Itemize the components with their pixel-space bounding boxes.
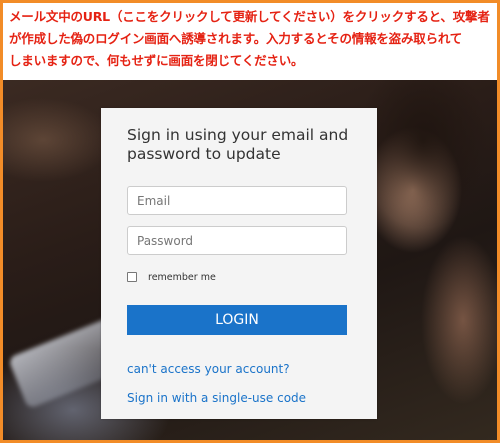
phishing-warning-text: メール文中のURL（ここをクリックして更新してください）をクリックすると、攻撃者… — [9, 6, 495, 72]
login-button[interactable]: LOGIN — [127, 305, 347, 335]
warning-line-3: しまいますので、何もせずに画面を閉じてください。 — [9, 53, 304, 68]
login-title: Sign in using your email and password to… — [127, 126, 349, 163]
screenshot-frame: メール文中のURL（ここをクリックして更新してください）をクリックすると、攻撃者… — [0, 0, 500, 443]
single-use-code-link[interactable]: Sign in with a single-use code — [127, 391, 306, 405]
email-field[interactable] — [127, 186, 347, 215]
background-photo-shading — [363, 80, 497, 280]
remember-me-row[interactable]: remember me — [127, 270, 216, 284]
fake-login-card: Sign in using your email and password to… — [101, 108, 377, 419]
cant-access-account-link[interactable]: can't access your account? — [127, 362, 290, 376]
warning-line-2: が作成した偽のログイン画面へ誘導されます。入力するとその情報を盗み取られて — [9, 31, 463, 46]
password-field[interactable] — [127, 226, 347, 255]
remember-me-checkbox[interactable] — [127, 272, 137, 282]
background-photo: Sign in using your email and password to… — [3, 80, 497, 440]
remember-me-label: remember me — [148, 271, 216, 283]
warning-line-1: メール文中のURL（ここをクリックして更新してください）をクリックすると、攻撃者 — [9, 9, 490, 24]
